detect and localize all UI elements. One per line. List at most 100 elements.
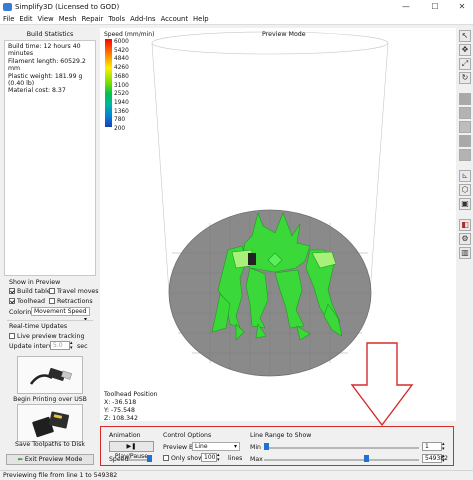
stat-build-time: Build time: 12 hours 40 minutes [8, 43, 81, 58]
min-label: Min [250, 444, 261, 451]
show-in-preview-header: Show in Preview [9, 279, 61, 286]
menu-bar: File Edit View Mesh Repair Tools Add-Ins… [0, 14, 473, 25]
scale-icon[interactable]: ⤢ [459, 58, 471, 70]
cross-section-icon[interactable]: ◧ [459, 219, 471, 231]
wireframe-icon[interactable]: ⬡ [459, 184, 471, 196]
window-title: Simplify3D (Licensed to GOD) [15, 3, 120, 11]
checkbox-icon [49, 288, 55, 294]
legend-label: 6000 [114, 39, 129, 45]
legend-label: 1360 [114, 108, 129, 115]
view-iso-icon[interactable] [459, 93, 471, 105]
only-show-checkbox[interactable]: Only show [163, 455, 203, 462]
checkbox-icon [163, 455, 169, 461]
stat-filament-length: Filament length: 60529.2 mm [8, 57, 86, 73]
build-statistics-box: Build time: 12 hours 40 minutes Filament… [4, 40, 96, 276]
travel-moves-checkbox[interactable]: Travel moves [49, 288, 99, 295]
max-slider-track[interactable] [264, 459, 419, 461]
view-front-icon[interactable] [459, 107, 471, 119]
only-show-input[interactable]: 100 [201, 453, 217, 462]
animation-label: Animation [109, 432, 141, 439]
toolhead-checkbox[interactable]: Toolhead [9, 298, 45, 305]
lines-label: lines [228, 455, 243, 462]
legend-label: 1940 [114, 99, 129, 106]
menu-addins[interactable]: Add-Ins [130, 15, 155, 23]
checkbox-icon [9, 298, 15, 304]
play-pause-button[interactable]: ▶❚ Play/Pause [109, 441, 154, 460]
checkbox-icon [9, 288, 15, 294]
only-show-spinner[interactable]: ▴ ▾ [217, 453, 220, 463]
app-icon [3, 3, 12, 11]
divider [7, 320, 93, 321]
min-spinner[interactable]: ▴ ▾ [442, 442, 445, 452]
view-top-icon[interactable] [459, 121, 471, 133]
measure-icon[interactable]: ▥ [459, 247, 471, 259]
status-bar: Previewing file from line 1 to 549382 [0, 470, 473, 480]
control-options-label: Control Options [163, 432, 212, 439]
menu-tools[interactable]: Tools [108, 15, 125, 23]
min-line-input[interactable]: 1 [422, 442, 442, 451]
settings-icon[interactable]: ⚙ [459, 233, 471, 245]
min-slider-thumb[interactable] [264, 443, 269, 450]
checkbox-icon [9, 333, 15, 339]
menu-edit[interactable]: Edit [19, 15, 32, 23]
interval-spinner[interactable]: ▴ ▾ [70, 341, 73, 351]
build-statistics-header: Build Statistics [26, 31, 74, 38]
preview-by-select[interactable]: Line ▾ [192, 442, 240, 451]
toolhead-marker [248, 253, 256, 265]
begin-printing-usb-button[interactable] [17, 356, 83, 394]
legend-label: 780 [114, 117, 126, 124]
menu-file[interactable]: File [3, 15, 14, 23]
close-button[interactable]: ✕ [455, 1, 469, 12]
legend-label: 2520 [114, 91, 129, 98]
begin-printing-usb-label: Begin Printing over USB [13, 396, 87, 403]
menu-mesh[interactable]: Mesh [59, 15, 77, 23]
coloring-select[interactable]: Movement Speed▾ [31, 307, 90, 323]
minimize-button[interactable]: — [399, 1, 413, 12]
legend-label: 200 [114, 126, 126, 132]
back-arrow-icon: ⬅ [17, 456, 25, 463]
max-label: Max [250, 456, 263, 463]
save-toolpaths-label: Save Toolpaths to Disk [15, 441, 85, 448]
legend-label: 3680 [114, 73, 129, 80]
realtime-updates-header: Real-time Updates [9, 323, 68, 330]
title-bar: Simplify3D (Licensed to GOD) — ☐ ✕ [0, 0, 473, 14]
speed-slider-thumb[interactable] [147, 455, 152, 462]
toolhead-position: Toolhead Position X: -36.518 Y: -75.548 … [104, 391, 158, 423]
usb-cable-icon [29, 367, 72, 385]
stat-plastic-weight: Plastic weight: 181.99 g (0.40 lb) [8, 72, 83, 88]
select-icon[interactable]: ↖ [459, 30, 471, 42]
save-toolpaths-button[interactable] [17, 404, 83, 442]
axes-icon[interactable]: ⊾ [459, 170, 471, 182]
min-slider-track[interactable] [264, 447, 419, 449]
checkbox-icon [49, 298, 55, 304]
rotate-icon[interactable]: ↻ [459, 72, 471, 84]
menu-help[interactable]: Help [193, 15, 209, 23]
toolhead-z: Z: 108.342 [104, 415, 138, 422]
menu-repair[interactable]: Repair [82, 15, 104, 23]
speed-legend-title: Speed (mm/min) [104, 31, 155, 38]
move-icon[interactable]: ✥ [459, 44, 471, 56]
view-side-icon[interactable] [459, 135, 471, 147]
interval-unit: sec [77, 343, 88, 350]
preview-mode-label: Preview Mode [262, 31, 306, 38]
update-interval-input[interactable]: 5.0 [50, 341, 70, 350]
sd-card-icon [32, 411, 70, 438]
menu-view[interactable]: View [38, 15, 54, 23]
line-range-label: Line Range to Show [250, 432, 312, 439]
max-line-input[interactable]: 549382 [422, 454, 448, 463]
legend-label: 5420 [114, 47, 129, 54]
menu-account[interactable]: Account [161, 15, 188, 23]
max-spinner[interactable]: ▴ ▾ [442, 454, 445, 464]
exit-preview-button[interactable]: ⬅ Exit Preview Mode [6, 454, 94, 465]
solid-icon[interactable]: ▣ [459, 198, 471, 210]
legend-label: 4840 [114, 56, 129, 63]
build-table-checkbox[interactable]: Build table [9, 288, 51, 295]
retractions-checkbox[interactable]: Retractions [49, 298, 93, 305]
view-bottom-icon[interactable] [459, 149, 471, 161]
legend-label: 4260 [114, 65, 129, 72]
max-slider-thumb[interactable] [364, 455, 369, 462]
play-pause-icon: ▶❚ [126, 443, 137, 450]
stat-material-cost: Material cost: 8.37 [8, 87, 66, 95]
live-preview-checkbox[interactable]: Live preview tracking [9, 333, 84, 340]
maximize-button[interactable]: ☐ [428, 1, 442, 12]
